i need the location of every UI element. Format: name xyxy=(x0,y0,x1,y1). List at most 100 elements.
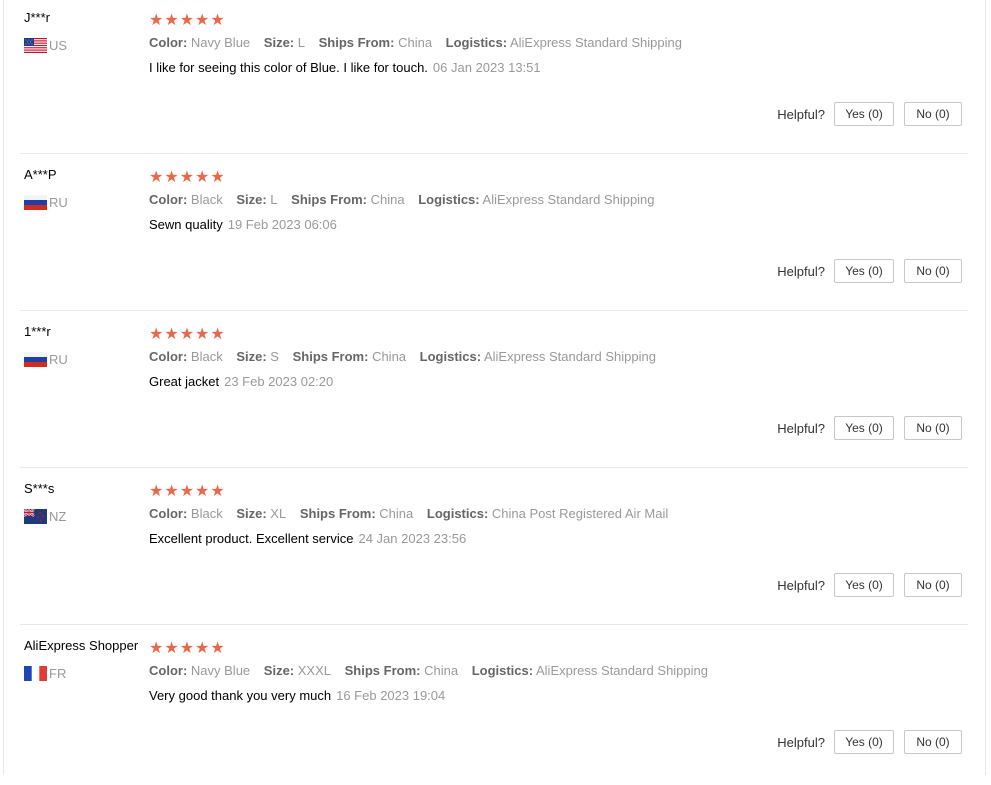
review-comment: Very good thank you very much 16 Feb 2023… xyxy=(149,688,445,703)
attr-logistics-value: AliExpress Standard Shipping xyxy=(483,349,656,364)
star-rating: ★★★★★ xyxy=(149,326,226,343)
reviewer-country: RU xyxy=(24,194,68,210)
review-comment: Great jacket 23 Feb 2023 02:20 xyxy=(149,374,333,389)
star-rating: ★★★★★ xyxy=(149,640,226,657)
helpful-yes-button[interactable]: Yes (0) xyxy=(834,102,894,126)
attr-color-value: Navy Blue xyxy=(190,35,251,50)
helpful-label: Helpful? xyxy=(777,577,825,593)
attr-size-value: L xyxy=(270,192,278,207)
ru-flag-icon xyxy=(24,351,47,367)
attr-color-label: Color: xyxy=(149,349,188,364)
attr-ships-from-value: China xyxy=(370,192,405,207)
helpful-label: Helpful? xyxy=(777,420,825,436)
star-rating: ★★★★★ xyxy=(149,169,226,186)
attr-logistics-value: AliExpress Standard Shipping xyxy=(509,35,682,50)
attr-ships-from-value: China xyxy=(379,506,414,521)
reviewer-name: J***r xyxy=(24,10,51,25)
attr-size-label: Size: xyxy=(263,35,295,50)
helpful-no-button[interactable]: No (0) xyxy=(904,259,962,283)
reviewer-name: 1***r xyxy=(24,324,51,339)
star-rating: ★★★★★ xyxy=(149,12,226,29)
helpful-vote: Helpful? Yes (0) No (0) xyxy=(777,573,962,597)
product-attributes: Color: Black Size: L Ships From: China L… xyxy=(149,192,665,207)
helpful-vote: Helpful? Yes (0) No (0) xyxy=(777,730,962,754)
country-code: RU xyxy=(49,351,68,367)
country-code: NZ xyxy=(49,508,67,524)
reviewer-country: FR xyxy=(24,665,66,681)
attr-color-label: Color: xyxy=(149,663,188,678)
helpful-label: Helpful? xyxy=(777,263,825,279)
attr-color: Color: Navy Blue xyxy=(149,663,250,678)
review-item: J***r US ★★★★★ Color: Navy Blue Size: L … xyxy=(0,0,991,157)
attr-logistics-value: China Post Registered Air Mail xyxy=(491,506,669,521)
attr-size-label: Size: xyxy=(236,192,267,207)
helpful-no-button[interactable]: No (0) xyxy=(904,730,962,754)
attr-size-label: Size: xyxy=(263,663,295,678)
helpful-yes-button[interactable]: Yes (0) xyxy=(834,416,894,440)
attr-logistics-label: Logistics: xyxy=(419,349,482,364)
us-flag-icon xyxy=(24,37,47,53)
helpful-yes-button[interactable]: Yes (0) xyxy=(834,730,894,754)
attr-logistics-label: Logistics: xyxy=(426,506,489,521)
attr-ships-from: Ships From: China xyxy=(293,349,406,364)
attr-color-value: Black xyxy=(190,349,223,364)
attr-logistics-label: Logistics: xyxy=(418,192,480,207)
attr-ships-from-label: Ships From: xyxy=(318,35,395,50)
review-date: 24 Jan 2023 23:56 xyxy=(358,531,467,546)
nz-flag-icon xyxy=(23,507,47,524)
attr-color-value: Navy Blue xyxy=(190,663,251,678)
attr-size: Size: S xyxy=(236,349,279,364)
attr-ships-from: Ships From: China xyxy=(300,506,413,521)
reviewer-name: AliExpress Shopper xyxy=(24,638,139,653)
product-attributes: Color: Black Size: XL Ships From: China … xyxy=(149,506,678,521)
ru-flag-icon xyxy=(24,194,47,210)
attr-logistics: Logistics: AliExpress Standard Shipping xyxy=(420,349,656,364)
attr-size-label: Size: xyxy=(236,506,267,521)
star-rating: ★★★★★ xyxy=(149,483,226,500)
attr-size-value: L xyxy=(297,35,305,50)
product-attributes: Color: Navy Blue Size: XXXL Ships From: … xyxy=(149,663,718,678)
review-divider xyxy=(20,467,968,468)
attr-size-label: Size: xyxy=(236,349,267,364)
attr-color: Color: Black xyxy=(149,349,223,364)
attr-ships-from-label: Ships From: xyxy=(292,349,369,364)
review-item: 1***r RU ★★★★★ Color: Black Size: S Ship… xyxy=(0,314,991,471)
review-item: S***s NZ ★★★★★ Color: Black Size: XL Shi… xyxy=(0,471,991,628)
attr-color: Color: Black xyxy=(149,506,223,521)
reviewer-country: US xyxy=(24,37,67,53)
helpful-yes-button[interactable]: Yes (0) xyxy=(834,259,894,283)
helpful-no-button[interactable]: No (0) xyxy=(904,416,962,440)
review-divider xyxy=(20,310,968,311)
helpful-no-button[interactable]: No (0) xyxy=(904,573,962,597)
attr-logistics: Logistics: China Post Registered Air Mai… xyxy=(427,506,668,521)
attr-color-value: Black xyxy=(190,506,223,521)
attr-size-value: XXXL xyxy=(297,663,331,678)
review-text: Great jacket xyxy=(149,374,220,389)
attr-logistics: Logistics: AliExpress Standard Shipping xyxy=(472,663,708,678)
review-date: 16 Feb 2023 19:04 xyxy=(336,688,446,703)
review-comment: Sewn quality 19 Feb 2023 06:06 xyxy=(149,217,337,232)
review-date: 06 Jan 2023 13:51 xyxy=(432,60,541,75)
review-divider xyxy=(20,624,968,625)
country-code: US xyxy=(49,37,68,53)
attr-color-label: Color: xyxy=(149,506,188,521)
attr-ships-from-label: Ships From: xyxy=(291,192,367,207)
attr-color-value: Black xyxy=(190,192,223,207)
attr-size-value: XL xyxy=(270,506,287,521)
attr-logistics-label: Logistics: xyxy=(445,35,508,50)
attr-ships-from-value: China xyxy=(424,663,459,678)
review-text: I like for seeing this color of Blue. I … xyxy=(149,60,428,75)
review-comment: Excellent product. Excellent service 24 J… xyxy=(149,531,466,546)
product-attributes: Color: Navy Blue Size: L Ships From: Chi… xyxy=(149,35,692,50)
country-code: FR xyxy=(49,665,67,681)
reviewer-country: RU xyxy=(24,351,68,367)
attr-logistics-value: AliExpress Standard Shipping xyxy=(482,192,655,207)
product-attributes: Color: Black Size: S Ships From: China L… xyxy=(149,349,666,364)
attr-ships-from-label: Ships From: xyxy=(299,506,376,521)
review-text: Very good thank you very much xyxy=(149,688,332,703)
attr-color-label: Color: xyxy=(149,192,188,207)
attr-color: Color: Navy Blue xyxy=(149,35,250,50)
helpful-yes-button[interactable]: Yes (0) xyxy=(834,573,894,597)
review-comment: I like for seeing this color of Blue. I … xyxy=(149,60,541,75)
helpful-no-button[interactable]: No (0) xyxy=(904,102,962,126)
